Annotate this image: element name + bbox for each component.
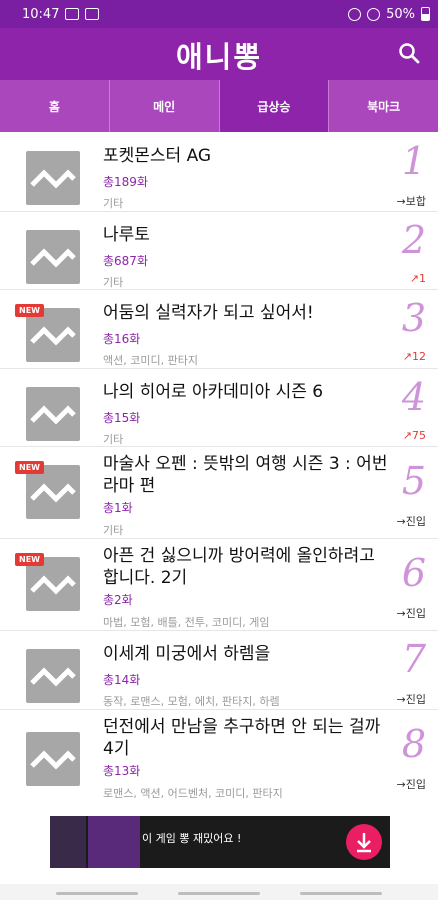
item-genre: 기타 xyxy=(103,432,124,446)
item-title: 나의 히어로 아카데미아 시즌 6 xyxy=(103,381,324,402)
thumbnail xyxy=(26,151,80,205)
list-item[interactable]: 이세계 미궁에서 하렘을 총14화 동작, 로맨스, 모험, 에치, 판타지, … xyxy=(0,631,438,710)
item-episodes: 총14화 xyxy=(103,673,141,687)
list-item[interactable]: NEW 아픈 건 싫으니까 방어력에 올인하려고 합니다. 2기 총2화 마법,… xyxy=(0,539,438,631)
item-title: 이세계 미궁에서 하렘을 xyxy=(103,644,271,664)
nav-recent[interactable] xyxy=(56,892,138,895)
item-episodes: 총1화 xyxy=(103,501,133,515)
battery-icon xyxy=(421,7,430,21)
item-genre: 기타 xyxy=(103,197,124,210)
tab-bar: 홈 메인 급상승 북마크 xyxy=(0,80,438,132)
item-rank: 7 xyxy=(401,637,426,681)
tab-main[interactable]: 메인 xyxy=(110,80,220,132)
notification-icon xyxy=(65,8,80,20)
item-genre: 기타 xyxy=(103,524,124,537)
status-bar: 10:47 50% xyxy=(0,0,438,28)
item-title: 나루토 xyxy=(103,224,150,245)
item-rank: 5 xyxy=(401,459,426,503)
thumbnail xyxy=(26,731,80,786)
download-button[interactable] xyxy=(346,824,382,860)
item-rank: 4 xyxy=(401,374,426,419)
item-rank-change: ↗75 xyxy=(402,428,426,442)
item-rank-change: →진입 xyxy=(396,693,426,706)
list-item[interactable]: 포켓몬스터 AG 총189화 기타 1 →보합 xyxy=(0,133,438,212)
new-badge: NEW xyxy=(15,304,44,317)
anime-list: 포켓몬스터 AG 총189화 기타 1 →보합 나루토 총687화 기타 2 ↗… xyxy=(0,133,438,802)
do-not-disturb-icon xyxy=(367,7,381,21)
item-title: 마술사 오펜 : 뜻밖의 여행 시즌 3 : 어번라마 편 xyxy=(103,454,388,496)
thumbnail xyxy=(26,386,80,441)
item-genre: 로맨스, 액션, 어드벤처, 코미디, 판타지 xyxy=(103,786,283,800)
item-genre: 기타 xyxy=(103,275,124,289)
tab-home[interactable]: 홈 xyxy=(0,80,110,132)
item-title: 아픈 건 싫으니까 방어력에 올인하려고 합니다. 2기 xyxy=(103,546,375,588)
image-placeholder-icon xyxy=(30,667,76,687)
item-title: 포켓몬스터 AG xyxy=(103,146,212,166)
item-episodes: 총13화 xyxy=(103,763,141,778)
search-icon[interactable] xyxy=(398,42,420,64)
tab-label: 홈 xyxy=(48,99,60,114)
nav-home[interactable] xyxy=(178,892,260,895)
download-icon xyxy=(357,833,371,853)
app-title: 애니뽕 xyxy=(175,40,263,74)
system-nav-bar xyxy=(0,884,438,900)
item-title: 던전에서 만남을 추구하면 안 되는 걸까 4기 xyxy=(103,716,381,759)
item-rank-change: →보합 xyxy=(396,195,426,208)
battery-percent: 50% xyxy=(386,6,415,22)
image-placeholder-icon xyxy=(30,749,76,770)
item-rank: 1 xyxy=(401,139,426,183)
tab-bookmark[interactable]: 북마크 xyxy=(329,80,438,132)
item-title: 어둠의 실력자가 되고 싶어서! xyxy=(103,303,314,323)
status-time: 10:47 xyxy=(22,6,60,22)
item-rank-change: ↗1 xyxy=(409,271,426,285)
item-rank: 6 xyxy=(401,551,426,595)
item-genre: 액션, 코미디, 판타지 xyxy=(103,354,198,367)
tab-label: 메인 xyxy=(153,99,176,114)
item-episodes: 총189화 xyxy=(103,175,148,189)
item-genre: 마법, 모험, 배틀, 전투, 코미디, 게임 xyxy=(103,616,270,629)
ad-game-image xyxy=(88,816,140,868)
item-rank-change: →진입 xyxy=(396,515,426,528)
thumbnail xyxy=(26,229,80,284)
nav-back[interactable] xyxy=(300,892,382,895)
item-rank: 3 xyxy=(401,296,426,340)
item-rank-change: →진입 xyxy=(396,777,426,791)
app-bar: 애니뽕 xyxy=(0,28,438,80)
item-genre: 동작, 로맨스, 모험, 에치, 판타지, 하렘 xyxy=(103,695,280,708)
ad-text: 이 게임 뽕 재밌어요 ! xyxy=(142,832,242,845)
thumbnail xyxy=(26,649,80,703)
wifi-icon xyxy=(348,7,362,21)
status-left: 10:47 xyxy=(22,6,100,22)
list-item[interactable]: 나의 히어로 아카데미아 시즌 6 총15화 기타 4 ↗75 xyxy=(0,369,438,447)
item-episodes: 총687화 xyxy=(103,253,148,268)
item-episodes: 총15화 xyxy=(103,410,141,425)
item-rank-change: ↗12 xyxy=(402,350,426,363)
new-badge: NEW xyxy=(15,553,44,566)
message-icon xyxy=(85,8,100,20)
list-item[interactable]: NEW 마술사 오펜 : 뜻밖의 여행 시즌 3 : 어번라마 편 총1화 기타… xyxy=(0,447,438,539)
item-episodes: 총16화 xyxy=(103,332,141,346)
ad-banner[interactable]: 이 게임 뽕 재밌어요 ! xyxy=(50,816,390,868)
new-badge: NEW xyxy=(15,461,44,474)
tab-label: 급상승 xyxy=(257,99,291,114)
ad-image xyxy=(50,816,86,868)
tab-trending[interactable]: 급상승 xyxy=(219,80,330,132)
image-placeholder-icon xyxy=(30,169,76,189)
list-item[interactable]: 나루토 총687화 기타 2 ↗1 xyxy=(0,212,438,290)
tab-label: 북마크 xyxy=(367,99,401,114)
item-rank: 8 xyxy=(401,721,426,766)
item-rank: 2 xyxy=(401,217,426,262)
item-rank-change: →진입 xyxy=(396,607,426,620)
image-placeholder-icon xyxy=(30,247,76,268)
image-placeholder-icon xyxy=(30,404,76,425)
list-item[interactable]: NEW 어둠의 실력자가 되고 싶어서! 총16화 액션, 코미디, 판타지 3… xyxy=(0,290,438,369)
item-episodes: 총2화 xyxy=(103,593,133,607)
list-item[interactable]: 던전에서 만남을 추구하면 안 되는 걸까 4기 총13화 로맨스, 액션, 어… xyxy=(0,710,438,802)
status-right: 50% xyxy=(348,7,430,22)
